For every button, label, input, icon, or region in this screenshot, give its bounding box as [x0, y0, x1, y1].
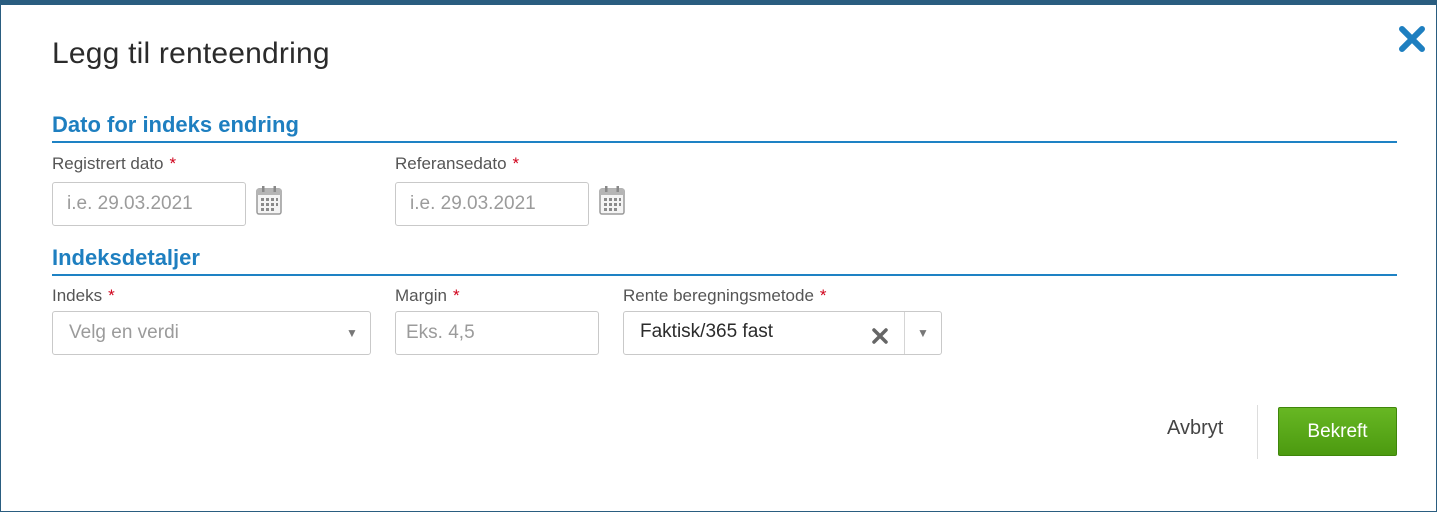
- required-mark: *: [819, 286, 827, 305]
- confirm-button[interactable]: Bekreft: [1278, 407, 1397, 456]
- cancel-button[interactable]: Avbryt: [1167, 417, 1223, 440]
- required-mark: *: [108, 286, 115, 305]
- calendar-icon[interactable]: [599, 185, 625, 215]
- dialog-title: Legg til renteendring: [52, 37, 330, 70]
- section-title: Dato for indeks endring: [52, 112, 299, 137]
- clear-icon[interactable]: [869, 322, 891, 344]
- chevron-down-icon[interactable]: ▼: [334, 312, 370, 354]
- margin-input[interactable]: Eks. 4,5: [395, 311, 599, 355]
- required-mark: *: [452, 286, 460, 305]
- index-label: Indeks *: [52, 286, 115, 305]
- chevron-down-icon[interactable]: ▼: [904, 312, 941, 354]
- section-index-header: Indeksdetaljer: [52, 245, 1397, 276]
- section-date-header: Dato for indeks endring: [52, 112, 1397, 143]
- reference-date-input[interactable]: i.e. 29.03.2021: [395, 182, 589, 226]
- registered-date-label: Registrert dato *: [52, 154, 177, 173]
- method-selected-value: Faktisk/365 fast: [640, 321, 774, 342]
- margin-label: Margin *: [395, 286, 460, 305]
- section-title: Indeksdetaljer: [52, 245, 200, 270]
- index-select[interactable]: Velg en verdi ▼: [52, 311, 371, 355]
- reference-date-label: Referansedato *: [395, 154, 520, 173]
- required-mark: *: [512, 154, 520, 173]
- registered-date-input[interactable]: i.e. 29.03.2021: [52, 182, 246, 226]
- button-divider: [1257, 405, 1258, 459]
- close-icon[interactable]: [1398, 25, 1426, 53]
- dialog: Legg til renteendring Dato for indeks en…: [0, 0, 1437, 512]
- method-select[interactable]: Faktisk/365 fast ▼: [623, 311, 942, 355]
- required-mark: *: [169, 154, 177, 173]
- method-label: Rente beregningsmetode *: [623, 286, 827, 305]
- calendar-icon[interactable]: [256, 185, 282, 215]
